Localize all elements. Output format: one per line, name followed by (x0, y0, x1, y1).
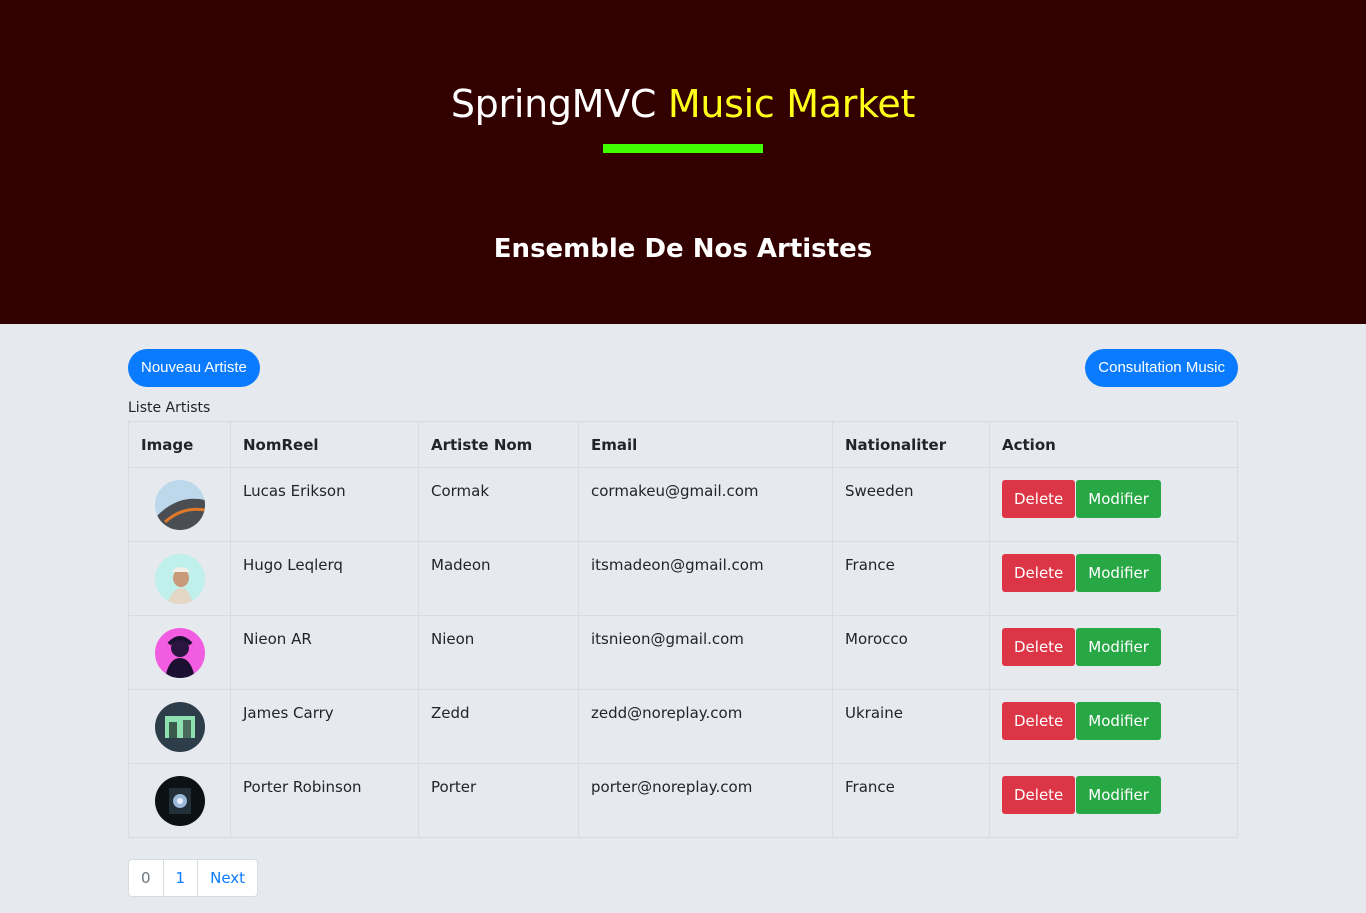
image-cell (128, 467, 231, 542)
delete-button[interactable]: Delete (1002, 554, 1076, 592)
table-row: Porter Robinson Porter porter@noreplay.c… (128, 763, 1238, 838)
table-header-row: Image NomReel Artiste Nom Email National… (128, 421, 1238, 468)
delete-button[interactable]: Delete (1002, 628, 1076, 666)
image-cell (128, 689, 231, 764)
action-cell: Delete Modifier (989, 541, 1238, 616)
nomreel-cell: Porter Robinson (230, 763, 419, 838)
nomreel-cell: Nieon AR (230, 615, 419, 690)
column-header-email: Email (578, 421, 833, 468)
modify-button[interactable]: Modifier (1076, 480, 1161, 518)
artiste-nom-cell: Porter (418, 763, 579, 838)
email-cell: cormakeu@gmail.com (578, 467, 833, 542)
modify-button[interactable]: Modifier (1076, 702, 1161, 740)
artiste-nom-cell: Nieon (418, 615, 579, 690)
artiste-nom-cell: Zedd (418, 689, 579, 764)
image-cell (128, 541, 231, 616)
delete-button[interactable]: Delete (1002, 480, 1076, 518)
artist-avatar (154, 554, 205, 604)
artist-avatar (154, 702, 205, 752)
modify-button[interactable]: Modifier (1076, 628, 1161, 666)
table-row: Hugo Leqlerq Madeon itsmadeon@gmail.com … (128, 541, 1238, 616)
modify-button[interactable]: Modifier (1076, 554, 1161, 592)
action-cell: Delete Modifier (989, 615, 1238, 690)
artists-table: Image NomReel Artiste Nom Email National… (128, 421, 1238, 838)
delete-button[interactable]: Delete (1002, 776, 1076, 814)
consult-music-button[interactable]: Consultation Music (1085, 349, 1238, 387)
page-link-1[interactable]: 1 (164, 860, 199, 896)
column-header-artiste-nom: Artiste Nom (418, 421, 579, 468)
email-cell: itsnieon@gmail.com (578, 615, 833, 690)
hero-header: SpringMVC Music Market Ensemble De Nos A… (0, 0, 1366, 324)
email-cell: itsmadeon@gmail.com (578, 541, 833, 616)
nationalite-cell: Morocco (832, 615, 990, 690)
artist-avatar (154, 628, 205, 678)
column-header-image: Image (128, 421, 231, 468)
email-cell: zedd@noreplay.com (578, 689, 833, 764)
nomreel-cell: Hugo Leqlerq (230, 541, 419, 616)
artist-avatar (154, 480, 205, 530)
page-link-0[interactable]: 0 (129, 860, 164, 896)
modify-button[interactable]: Modifier (1076, 776, 1161, 814)
nomreel-cell: Lucas Erikson (230, 467, 419, 542)
image-cell (128, 615, 231, 690)
nationalite-cell: France (832, 541, 990, 616)
table-caption: Liste Artists (128, 400, 211, 416)
nomreel-cell: James Carry (230, 689, 419, 764)
title-part2: Music Market (667, 82, 916, 126)
table-row: Nieon AR Nieon itsnieon@gmail.com Morocc… (128, 615, 1238, 690)
email-cell: porter@noreplay.com (578, 763, 833, 838)
title-part1: SpringMVC (450, 82, 657, 126)
pagination: 0 1 Next (128, 859, 259, 897)
action-cell: Delete Modifier (989, 467, 1238, 542)
column-header-action: Action (989, 421, 1238, 468)
action-cell: Delete Modifier (989, 763, 1238, 838)
artiste-nom-cell: Madeon (418, 541, 579, 616)
page-title: SpringMVC Music Market (0, 82, 1366, 126)
column-header-nationaliter: Nationaliter (832, 421, 990, 468)
nationalite-cell: Sweeden (832, 467, 990, 542)
nationalite-cell: Ukraine (832, 689, 990, 764)
title-underline (603, 144, 763, 153)
nationalite-cell: France (832, 763, 990, 838)
artist-avatar (154, 776, 205, 826)
table-row: Lucas Erikson Cormak cormakeu@gmail.com … (128, 467, 1238, 542)
table-row: James Carry Zedd zedd@noreplay.com Ukrai… (128, 689, 1238, 764)
page-subtitle: Ensemble De Nos Artistes (493, 234, 873, 264)
image-cell (128, 763, 231, 838)
delete-button[interactable]: Delete (1002, 702, 1076, 740)
artiste-nom-cell: Cormak (418, 467, 579, 542)
action-cell: Delete Modifier (989, 689, 1238, 764)
new-artist-button[interactable]: Nouveau Artiste (128, 349, 260, 387)
next-page-link[interactable]: Next (198, 860, 257, 896)
column-header-nomreel: NomReel (230, 421, 419, 468)
